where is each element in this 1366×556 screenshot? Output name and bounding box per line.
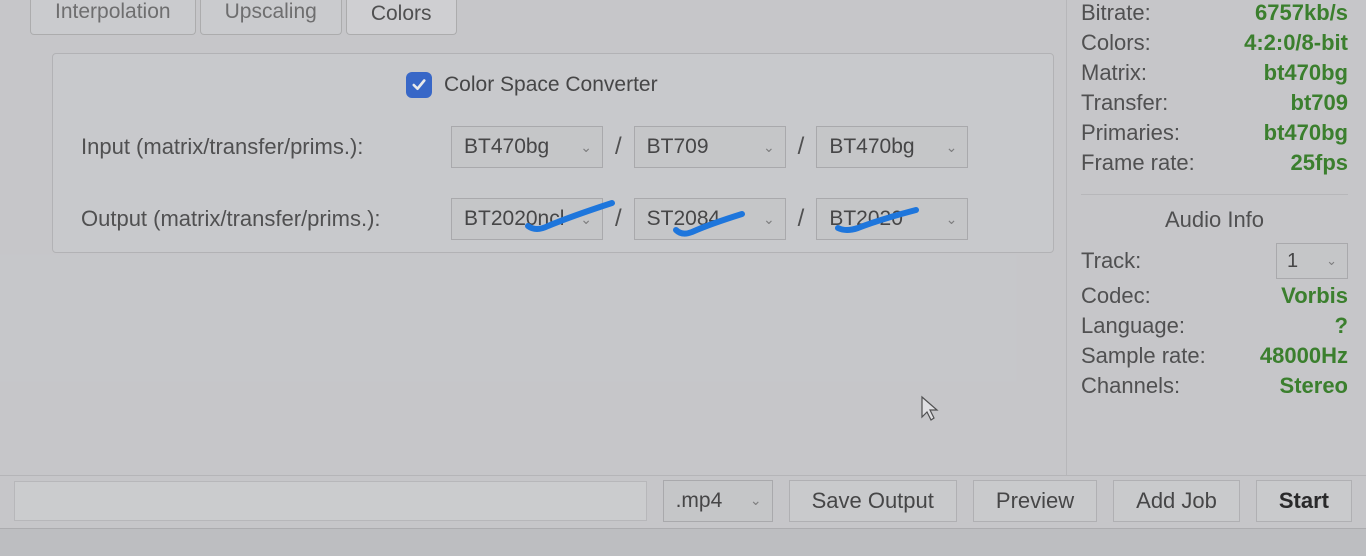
- output-transfer-value: ST2084: [647, 207, 721, 231]
- separator: /: [798, 205, 805, 233]
- chevron-down-icon: ⌄: [763, 139, 775, 156]
- separator: /: [615, 133, 622, 161]
- samplerate-value: 48000Hz: [1260, 343, 1348, 369]
- colors-label: Colors:: [1081, 30, 1151, 56]
- transfer-value: bt709: [1291, 90, 1348, 116]
- tab-upscaling[interactable]: Upscaling: [200, 0, 342, 35]
- add-job-button[interactable]: Add Job: [1113, 480, 1240, 522]
- chevron-down-icon: ⌄: [580, 211, 592, 228]
- codec-value: Vorbis: [1281, 283, 1348, 309]
- preview-button[interactable]: Preview: [973, 480, 1097, 522]
- audio-info-title: Audio Info: [1081, 194, 1348, 233]
- matrix-value: bt470bg: [1264, 60, 1348, 86]
- track-label: Track:: [1081, 248, 1141, 274]
- start-button[interactable]: Start: [1256, 480, 1352, 522]
- input-prims-value: BT470bg: [829, 135, 914, 159]
- output-prims-select[interactable]: BT2020 ⌄: [816, 198, 968, 240]
- samplerate-label: Sample rate:: [1081, 343, 1206, 369]
- chevron-down-icon: ⌄: [580, 139, 592, 156]
- chevron-down-icon: ⌄: [763, 211, 775, 228]
- output-prims-value: BT2020: [829, 207, 903, 231]
- info-panel: Bitrate: 6757kb/s Colors: 4:2:0/8-bit Matr…: [1066, 0, 1366, 475]
- output-path-input[interactable]: [14, 481, 647, 521]
- output-matrix-value: BT2020ncl: [464, 207, 564, 231]
- output-row-label: Output (matrix/transfer/prims.):: [81, 206, 451, 232]
- check-icon: [410, 76, 428, 94]
- extension-select[interactable]: .mp4 ⌄: [663, 480, 773, 522]
- tab-bar: Interpolation Upscaling Colors: [12, 0, 1054, 35]
- extension-value: .mp4: [676, 489, 723, 513]
- channels-label: Channels:: [1081, 373, 1180, 399]
- primaries-label: Primaries:: [1081, 120, 1180, 146]
- colors-value: 4:2:0/8-bit: [1244, 30, 1348, 56]
- color-space-group: Color Space Converter Input (matrix/tran…: [52, 53, 1054, 253]
- output-matrix-select[interactable]: BT2020ncl ⌄: [451, 198, 603, 240]
- bitrate-label: Bitrate:: [1081, 0, 1151, 26]
- input-matrix-value: BT470bg: [464, 135, 549, 159]
- tab-interpolation[interactable]: Interpolation: [30, 0, 196, 35]
- bottom-toolbar: .mp4 ⌄ Save Output Preview Add Job Start: [0, 475, 1366, 525]
- framerate-value: 25fps: [1291, 150, 1348, 176]
- input-transfer-value: BT709: [647, 135, 709, 159]
- transfer-label: Transfer:: [1081, 90, 1168, 116]
- chevron-down-icon: ⌄: [1326, 253, 1337, 269]
- separator: /: [798, 133, 805, 161]
- track-value: 1: [1287, 250, 1298, 273]
- channels-value: Stereo: [1280, 373, 1348, 399]
- input-matrix-select[interactable]: BT470bg ⌄: [451, 126, 603, 168]
- chevron-down-icon: ⌄: [946, 211, 958, 228]
- tab-colors[interactable]: Colors: [346, 0, 457, 35]
- chevron-down-icon: ⌄: [946, 139, 958, 156]
- output-transfer-select[interactable]: ST2084 ⌄: [634, 198, 786, 240]
- color-space-checkbox[interactable]: [406, 72, 432, 98]
- language-label: Language:: [1081, 313, 1185, 339]
- bitrate-value: 6757kb/s: [1255, 0, 1348, 26]
- matrix-label: Matrix:: [1081, 60, 1147, 86]
- separator: /: [615, 205, 622, 233]
- input-row-label: Input (matrix/transfer/prims.):: [81, 134, 451, 160]
- input-prims-select[interactable]: BT470bg ⌄: [816, 126, 968, 168]
- cursor-icon: [920, 395, 940, 423]
- framerate-label: Frame rate:: [1081, 150, 1195, 176]
- primaries-value: bt470bg: [1264, 120, 1348, 146]
- track-select[interactable]: 1 ⌄: [1276, 243, 1348, 279]
- chevron-down-icon: ⌄: [750, 492, 762, 509]
- language-value: ?: [1335, 313, 1348, 339]
- color-space-label: Color Space Converter: [444, 73, 658, 97]
- codec-label: Codec:: [1081, 283, 1151, 309]
- save-output-button[interactable]: Save Output: [789, 480, 957, 522]
- status-bar: [0, 528, 1366, 556]
- input-transfer-select[interactable]: BT709 ⌄: [634, 126, 786, 168]
